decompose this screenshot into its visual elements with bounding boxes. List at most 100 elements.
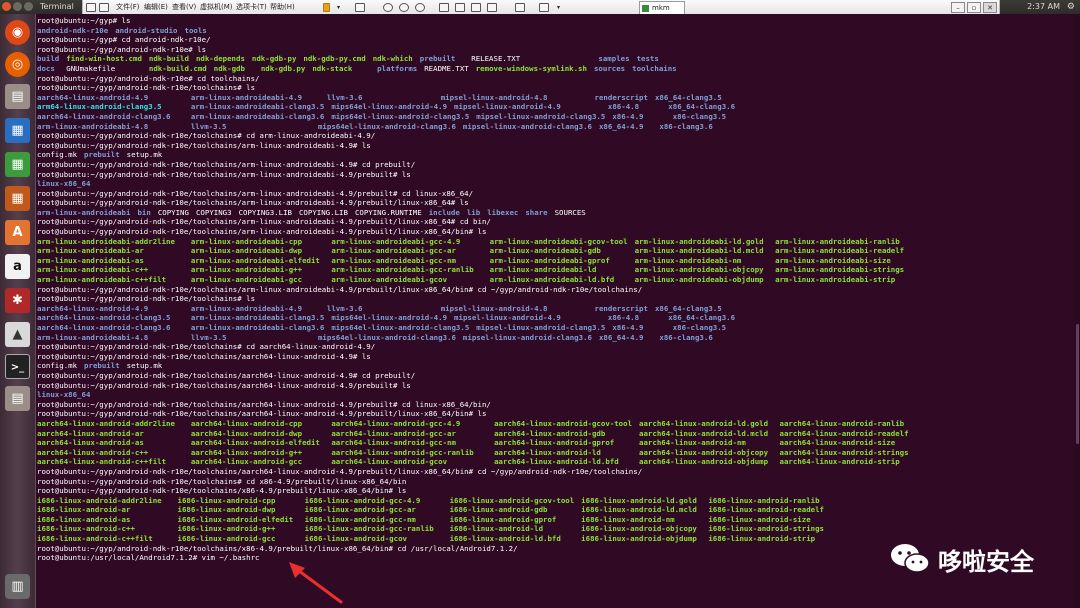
fullscreen-icon[interactable]	[439, 3, 449, 12]
minimize-window-button[interactable]	[13, 2, 22, 11]
terminal-entry: aarch64-linux-android-objdump	[639, 457, 773, 467]
terminal-line: root@ubuntu:~/gyp/android-ndk-r10e/toolc…	[37, 467, 1080, 477]
terminal-prompt-text: root@ubuntu:~/gyp/android-ndk-r10e/toolc…	[37, 169, 411, 179]
terminal-line: aarch64-linux-android-c++filt aarch64-li…	[37, 457, 1080, 467]
terminal-entry: arm-linux-androideabi-clang3.6	[190, 111, 325, 121]
scroll-thumb[interactable]	[1076, 324, 1079, 444]
menu-tabs[interactable]: 选项卡(T)	[233, 0, 270, 15]
terminal-entry: llvm-3.5	[190, 332, 311, 342]
terminal-line: root@ubuntu:~/gyp/android-ndk-r10e/toolc…	[37, 83, 1080, 93]
menu-file[interactable]: 文件(F)	[113, 0, 143, 15]
terminal-entry: prebuilt	[84, 150, 120, 160]
terminal-entry: platforms	[377, 63, 418, 73]
amazon-icon[interactable]: a	[5, 254, 30, 279]
terminal-entry: i686-linux-android-ar	[37, 505, 171, 515]
terminal-line: root@ubuntu:~/gyp/android-ndk-r10e/toolc…	[37, 227, 1080, 237]
terminal-icon[interactable]: >_	[5, 354, 30, 379]
terminal-prompt-text: root@ubuntu:~/gyp/android-ndk-r10e/toolc…	[37, 83, 256, 93]
terminal-line: root@ubuntu:~/gyp/android-ndk-r10e/toolc…	[37, 409, 1080, 419]
terminal-line: config.mk prebuilt setup.mk	[37, 361, 1080, 371]
snapshot-manager-icon[interactable]	[415, 3, 425, 12]
terminal-line: aarch64-linux-android-clang3.6 arm-linux…	[37, 112, 1080, 122]
close-window-button[interactable]	[2, 2, 11, 11]
terminal-entry: ndk-which	[372, 54, 413, 64]
terminal-entry: aarch64-linux-android-ld.mcld	[639, 428, 773, 438]
terminal-line: root@ubuntu:~/gyp/android-ndk-r10e/toolc…	[37, 217, 1080, 227]
terminal-entry: ndk-stack	[312, 63, 371, 73]
terminal-entry: mips64el-linux-android-clang3.5	[331, 111, 470, 121]
terminal-output[interactable]: root@ubuntu:~/gyp# ls android-ndk-r10e and…	[36, 14, 1080, 608]
console-view-icon[interactable]	[471, 3, 481, 12]
terminal-entry: arm-linux-androideabi-4.8	[37, 121, 184, 131]
dropdown-icon[interactable]: ▾	[337, 3, 343, 12]
menu-view[interactable]: 查看(V)	[169, 0, 199, 15]
terminal-entry: mipsel-linux-android-clang3.5	[476, 111, 606, 121]
terminal-entry: i686-linux-android-gdb	[449, 505, 575, 515]
terminal-entry: COPYING.LIB	[298, 207, 348, 217]
send-keys-icon[interactable]	[355, 3, 365, 12]
terminal-entry: aarch64-linux-android-clang3.5	[37, 313, 184, 323]
terminal-entry: aarch64-linux-android-clang3.6	[37, 111, 184, 121]
terminal-entry: x86-4.8	[607, 313, 662, 323]
terminal-entry: x86_64-clang3.6	[668, 102, 736, 112]
minimize-icon[interactable]: –	[951, 2, 965, 13]
terminal-entry: arm-linux-androideabi-objdump	[634, 275, 769, 285]
terminal-prompt-text: root@ubuntu:~/gyp/android-ndk-r10e/toolc…	[37, 466, 643, 476]
vm-tab-mkm[interactable]: mkm	[639, 1, 685, 15]
android-studio-icon[interactable]: ▲	[5, 322, 30, 347]
terminal-entry: arm-linux-androideabi-ld	[489, 265, 628, 275]
terminal-line: i686-linux-android-addr2line i686-linux-…	[37, 496, 1080, 506]
settings-icon[interactable]: ✱	[5, 288, 30, 313]
terminal-entry: i686-linux-android-gcov	[304, 534, 443, 544]
close-icon[interactable]: ✕	[983, 2, 997, 13]
gear-icon[interactable]: ⚙	[1067, 0, 1075, 14]
stretch-icon[interactable]	[539, 3, 549, 12]
terminal-view-icon[interactable]	[515, 3, 525, 12]
terminal-entry: aarch64-linux-android-gcc-ar	[331, 428, 488, 438]
menu-edit[interactable]: 编辑(E)	[141, 0, 171, 15]
calc-icon[interactable]: ▦	[5, 152, 30, 177]
fit-guest-icon[interactable]	[487, 3, 497, 12]
writer-icon[interactable]: ▦	[5, 118, 30, 143]
terminal-prompt-text: root@ubuntu:~/gyp/android-ndk-r10e/toolc…	[37, 188, 474, 198]
terminal-line: root@ubuntu:~/gyp/android-ndk-r10e/toolc…	[37, 400, 1080, 410]
restore-icon[interactable]: ▫	[967, 2, 981, 13]
terminal-prompt-text: root@ubuntu:~/gyp/android-ndk-r10e# cd t…	[37, 73, 260, 83]
pause-icon[interactable]	[323, 3, 330, 12]
terminal-entry: ndk-build	[148, 54, 189, 64]
menu-vm[interactable]: 虚拟机(M)	[197, 0, 236, 15]
terminal-entry: aarch64-linux-android-ld	[494, 447, 633, 457]
arrow-annotation	[289, 562, 343, 604]
terminal-entry: SOURCES	[554, 207, 586, 217]
menu-help[interactable]: 帮助(H)	[267, 0, 298, 15]
terminal-entry: aarch64-linux-android-4.9	[37, 303, 184, 313]
terminal-entry: arm-linux-androideabi-gcc-ar	[331, 246, 483, 256]
unity-icon[interactable]	[455, 3, 465, 12]
pin-icon[interactable]	[86, 3, 96, 12]
terminal-entry: arm-linux-androideabi-g++	[190, 265, 325, 275]
scrollbar[interactable]	[1074, 14, 1080, 608]
revert-snapshot-icon[interactable]	[399, 3, 409, 12]
ubuntu-dash-icon[interactable]: ◉	[5, 20, 30, 45]
terminal-entry: arm-linux-androideabi-gcc-nm	[331, 255, 483, 265]
maximize-window-button[interactable]	[24, 2, 33, 11]
files-icon[interactable]: ▤	[5, 84, 30, 109]
terminal-entry: sources	[593, 63, 626, 73]
terminal-entry: aarch64-linux-android-ld.gold	[639, 418, 773, 428]
trash-icon[interactable]: ▥	[5, 574, 30, 599]
terminal-entry: aarch64-linux-android-gcov	[331, 457, 488, 467]
terminal-entry: share	[525, 207, 548, 217]
snapshot-icon[interactable]	[383, 3, 393, 12]
terminal-entry: llvm-3.5	[190, 121, 311, 131]
dropdown-icon[interactable]: ▾	[557, 3, 563, 12]
impress-icon[interactable]: ▦	[5, 186, 30, 211]
terminal-line: root@ubuntu:~/gyp/android-ndk-r10e/toolc…	[37, 198, 1080, 208]
files-2-icon[interactable]: ▤	[5, 386, 30, 411]
terminal-entry: llvm-3.6	[326, 303, 434, 313]
terminal-prompt-text: root@ubuntu:~/gyp/android-ndk-r10e/toolc…	[37, 198, 469, 208]
terminal-line: arm-linux-androideabi-4.8 llvm-3.5 mips6…	[37, 333, 1080, 343]
software-center-icon[interactable]: A	[5, 220, 30, 245]
firefox-icon[interactable]: ◎	[5, 52, 30, 77]
terminal-entry: aarch64-linux-android-c++	[37, 447, 184, 457]
clock[interactable]: 2:37 AM	[1027, 0, 1060, 14]
